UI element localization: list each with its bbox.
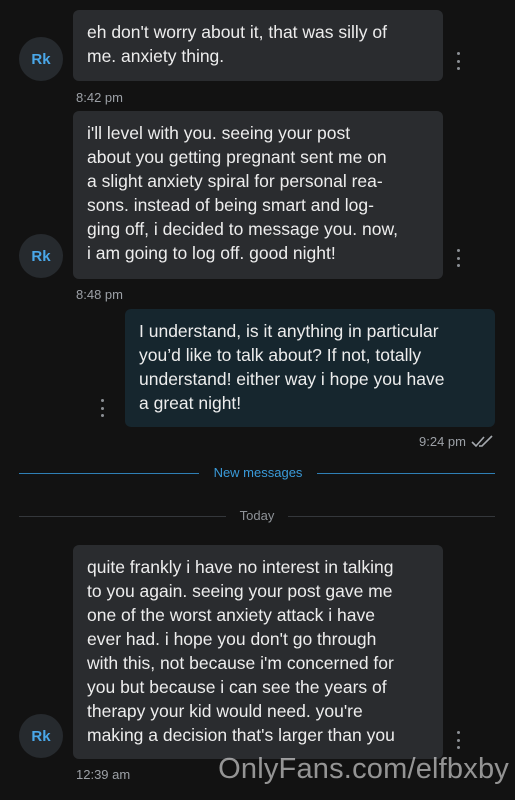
- avatar[interactable]: Rk: [19, 234, 63, 278]
- new-messages-label: New messages: [213, 465, 303, 480]
- message-timestamp: 8:48 pm: [76, 287, 123, 302]
- date-divider-left: [19, 516, 226, 517]
- read-double-check-icon: [471, 435, 493, 448]
- watermark: OnlyFans.com/elfbxby: [218, 753, 509, 785]
- message-timestamp: 8:42 pm: [76, 90, 123, 105]
- avatar[interactable]: Rk: [19, 37, 63, 81]
- message-options-icon[interactable]: [453, 249, 463, 267]
- date-divider-right: [288, 516, 495, 517]
- message-timestamp: 9:24 pm: [419, 434, 466, 449]
- message-options-icon[interactable]: [453, 52, 463, 70]
- message-options-icon[interactable]: [97, 399, 107, 417]
- message-bubble-incoming[interactable]: quite frankly i have no interest in talk…: [73, 545, 443, 759]
- new-messages-divider-right: [317, 473, 495, 474]
- message-timestamp: 12:39 am: [76, 767, 131, 782]
- new-messages-divider-left: [19, 473, 199, 474]
- date-divider-label: Today: [239, 508, 275, 523]
- avatar[interactable]: Rk: [19, 714, 63, 758]
- message-options-icon[interactable]: [453, 731, 463, 749]
- message-bubble-incoming[interactable]: eh don't worry about it, that was silly …: [73, 10, 443, 81]
- message-bubble-incoming[interactable]: i'll level with you. seeing your post ab…: [73, 111, 443, 279]
- message-bubble-outgoing[interactable]: I understand, is it anything in particul…: [125, 309, 495, 427]
- chat-thread: Rk eh don't worry about it, that was sil…: [0, 0, 515, 800]
